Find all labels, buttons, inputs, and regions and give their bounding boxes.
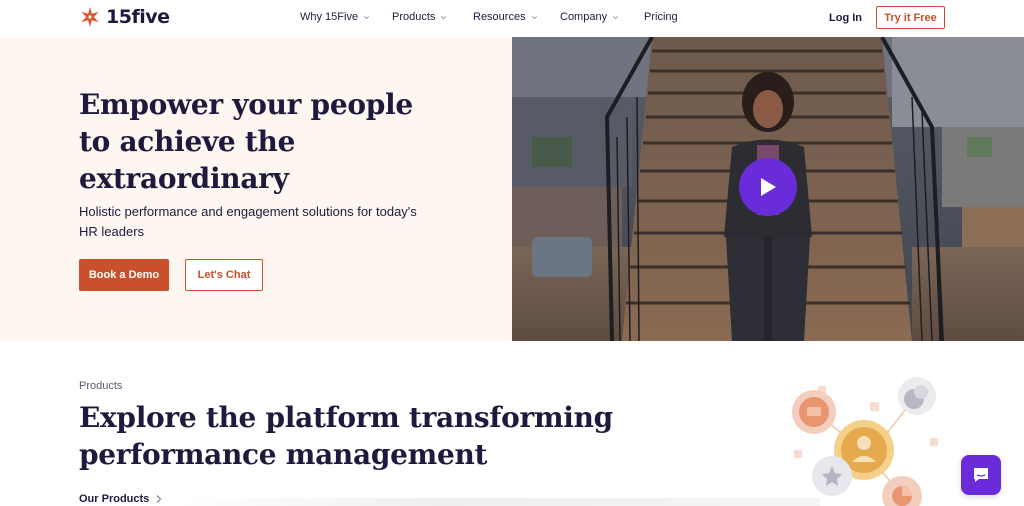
logo-text: 15five (106, 6, 170, 28)
nav-item-label: Company (560, 11, 608, 23)
nav-item-why-15five[interactable]: Why 15Five (300, 11, 392, 23)
hero-video[interactable] (512, 37, 1024, 341)
products-section-title: Explore the platform transforming perfor… (79, 401, 613, 471)
hero-subtitle: Holistic performance and engagement solu… (79, 204, 417, 239)
nav-item-label: Pricing (644, 11, 678, 23)
brand-logo[interactable]: 15five (79, 6, 170, 28)
chevron-down-icon (441, 15, 447, 19)
our-products-link[interactable]: Our Products (79, 493, 163, 505)
chevron-right-icon (156, 495, 162, 503)
nav-item-resources[interactable]: Resources (473, 11, 560, 23)
book-demo-button[interactable]: Book a Demo (79, 259, 169, 291)
chevron-down-icon (531, 15, 537, 19)
top-navigation: 15five Why 15Five Products Resources Com… (0, 0, 1024, 36)
nav-item-pricing[interactable]: Pricing (644, 11, 678, 23)
nav-item-label: Products (392, 11, 436, 23)
nav-item-company[interactable]: Company (560, 11, 644, 23)
main-menu: Why 15Five Products Resources Company Pr… (300, 11, 678, 23)
nav-item-label: Resources (473, 11, 526, 23)
chat-bubble-icon (974, 468, 988, 482)
divider (180, 498, 820, 506)
chevron-down-icon (364, 15, 370, 19)
try-free-button[interactable]: Try it Free (876, 6, 945, 29)
play-icon (761, 178, 776, 196)
logo-mark-icon (81, 7, 99, 27)
play-video-button[interactable] (739, 158, 797, 216)
nav-item-label: Why 15Five (300, 11, 359, 23)
lets-chat-button[interactable]: Let's Chat (185, 259, 263, 291)
chevron-down-icon (613, 15, 619, 19)
platform-illustration (792, 377, 938, 506)
chat-widget-button[interactable] (961, 455, 1001, 495)
login-link[interactable]: Log In (829, 12, 862, 24)
our-products-label: Our Products (79, 493, 150, 505)
products-eyebrow: Products (79, 380, 123, 392)
nav-item-products[interactable]: Products (392, 11, 473, 23)
hero-title: Empower your people to achieve the extra… (79, 88, 413, 195)
